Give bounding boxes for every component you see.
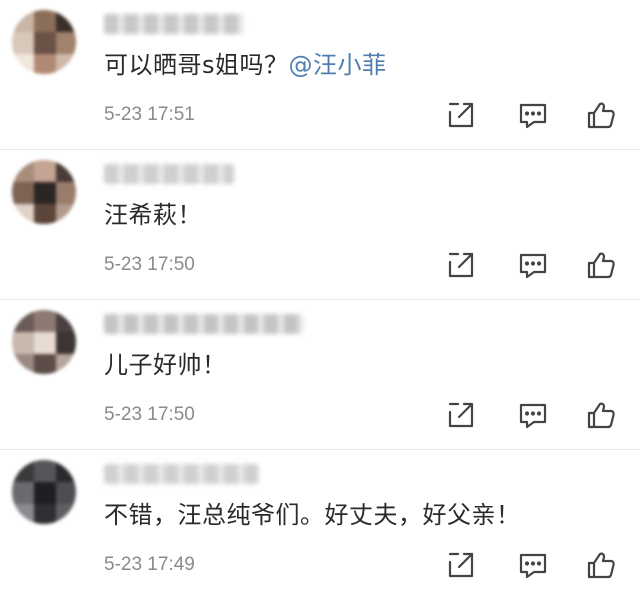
- avatar-pixel: [56, 354, 76, 374]
- thumbs-up-icon[interactable]: [584, 398, 618, 432]
- avatar-pixel: [56, 310, 76, 332]
- avatar[interactable]: [12, 160, 76, 224]
- avatar-pixel: [34, 204, 56, 224]
- thumbs-up-icon[interactable]: [584, 548, 618, 582]
- comment-text: 不错，汪总纯爷们。好丈夫，好父亲！: [104, 500, 521, 530]
- comment-body: 汪希萩！: [104, 201, 202, 229]
- avatar-pixel: [34, 460, 56, 482]
- comment-text: 汪希萩！: [104, 200, 202, 230]
- comment-time: 5-23 17:51: [104, 104, 195, 125]
- avatar-pixel: [56, 54, 76, 74]
- avatar-pixel: [34, 504, 56, 524]
- avatar-pixel: [12, 182, 34, 204]
- username-blurred[interactable]: [104, 464, 259, 484]
- comment-time: 5-23 17:50: [104, 404, 195, 425]
- comment-item: 汪希萩！ 5-23 17:50: [0, 150, 640, 300]
- avatar-pixel: [34, 32, 56, 54]
- avatar-pixel: [34, 10, 56, 32]
- username-blurred[interactable]: [104, 14, 244, 34]
- avatar-pixel: [56, 204, 76, 224]
- comment-item: 可以晒哥s姐吗？@汪小菲 5-23 17:51: [0, 0, 640, 150]
- avatar-pixel: [34, 332, 56, 354]
- thumbs-up-icon[interactable]: [584, 98, 618, 132]
- avatar-pixel: [12, 310, 34, 332]
- comment-actions: [444, 98, 624, 132]
- avatar-pixel: [56, 160, 76, 182]
- comment-time: 5-23 17:50: [104, 254, 195, 275]
- comment-icon[interactable]: [516, 548, 550, 582]
- avatar-pixel: [12, 504, 34, 524]
- avatar-pixel: [56, 332, 76, 354]
- avatar-pixel: [12, 32, 34, 54]
- share-icon[interactable]: [444, 248, 478, 282]
- comment-item: 不错，汪总纯爷们。好丈夫，好父亲！ 5-23 17:49: [0, 450, 640, 591]
- avatar[interactable]: [12, 460, 76, 524]
- avatar-pixel: [12, 332, 34, 354]
- avatar-pixel: [34, 354, 56, 374]
- username-blurred[interactable]: [104, 314, 304, 334]
- avatar-pixel: [56, 460, 76, 482]
- avatar-pixel: [34, 310, 56, 332]
- comment-icon[interactable]: [516, 398, 550, 432]
- thumbs-up-icon[interactable]: [584, 248, 618, 282]
- avatar-pixel: [12, 482, 34, 504]
- share-icon[interactable]: [444, 398, 478, 432]
- avatar-pixel: [34, 182, 56, 204]
- comment-icon[interactable]: [516, 98, 550, 132]
- avatar-pixel: [34, 160, 56, 182]
- comment-list: 可以晒哥s姐吗？@汪小菲 5-23 17:51 汪希萩！ 5-23 17:50 …: [0, 0, 640, 591]
- share-icon[interactable]: [444, 548, 478, 582]
- comment-item: 儿子好帅！ 5-23 17:50: [0, 300, 640, 450]
- avatar-pixel: [56, 482, 76, 504]
- avatar-pixel: [56, 32, 76, 54]
- avatar-pixel: [12, 160, 34, 182]
- comment-body: 儿子好帅！: [104, 351, 227, 379]
- avatar[interactable]: [12, 310, 76, 374]
- avatar-pixel: [12, 460, 34, 482]
- comment-body: 不错，汪总纯爷们。好丈夫，好父亲！: [104, 501, 521, 529]
- avatar-pixel: [56, 504, 76, 524]
- share-icon[interactable]: [444, 98, 478, 132]
- comment-actions: [444, 398, 624, 432]
- comment-icon[interactable]: [516, 248, 550, 282]
- comment-text: 可以晒哥s姐吗？@汪小菲: [104, 50, 387, 80]
- avatar[interactable]: [12, 10, 76, 74]
- comment-body: 可以晒哥s姐吗？: [104, 51, 289, 79]
- comment-actions: [444, 548, 624, 582]
- username-blurred[interactable]: [104, 164, 234, 184]
- comment-time: 5-23 17:49: [104, 554, 195, 575]
- avatar-pixel: [12, 54, 34, 74]
- avatar-pixel: [12, 10, 34, 32]
- comment-actions: [444, 248, 624, 282]
- avatar-pixel: [56, 182, 76, 204]
- comment-text: 儿子好帅！: [104, 350, 227, 380]
- avatar-pixel: [12, 354, 34, 374]
- avatar-pixel: [12, 204, 34, 224]
- avatar-pixel: [34, 54, 56, 74]
- avatar-pixel: [56, 10, 76, 32]
- mention-link[interactable]: @汪小菲: [289, 51, 387, 79]
- avatar-pixel: [34, 482, 56, 504]
